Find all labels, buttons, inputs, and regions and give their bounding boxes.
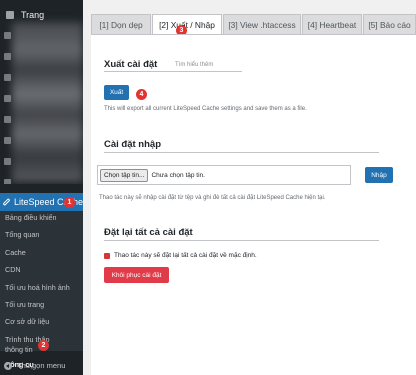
sidebar-item-trang[interactable]: Trang <box>0 6 83 24</box>
menu-icon <box>4 32 11 39</box>
menu-icon <box>4 53 11 60</box>
export-heading: Xuất cài đặt <box>104 59 158 70</box>
litespeed-icon <box>2 198 11 206</box>
tab-report[interactable]: [5] Báo cáo <box>363 14 416 34</box>
menu-icon <box>4 74 11 81</box>
menu-icon <box>4 137 11 144</box>
learn-more-link[interactable]: Tìm hiểu thêm <box>175 62 213 68</box>
blurred-region <box>12 22 83 182</box>
collapse-menu-button[interactable]: Thu gọn menu <box>4 361 65 370</box>
collapse-label: Thu gọn menu <box>17 361 66 370</box>
sidebar-item-label: Trang <box>21 10 45 20</box>
import-heading: Cài đặt nhập <box>104 139 162 150</box>
export-description: This will export all current LiteSpeed C… <box>104 106 307 112</box>
main-content: [1] Dọn dẹp [2] Xuất / Nhập [3] View .ht… <box>83 0 416 375</box>
tab-view-htaccess[interactable]: [3] View .htaccess <box>223 14 301 34</box>
warning-icon <box>104 252 110 259</box>
submenu-item-dashboard[interactable]: Bảng điều khiển <box>0 213 83 223</box>
submenu-item-overview[interactable]: Tổng quan <box>0 230 83 240</box>
file-input[interactable]: Chọn tập tin... Chưa chọn tập tin. <box>97 165 351 185</box>
choose-file-button[interactable]: Chọn tập tin... <box>100 168 149 182</box>
collapse-icon <box>4 361 12 370</box>
step-badge: 1 <box>64 197 75 208</box>
import-description: Thao tác này sẽ nhập cài đặt từ tệp và g… <box>99 195 326 201</box>
settings-panel: Xuất cài đặt Tìm hiểu thêm Xuất 4 This w… <box>91 34 416 375</box>
reset-heading: Đặt lại tất cả cài đặt <box>104 227 193 238</box>
tab-purge[interactable]: [1] Dọn dẹp <box>91 14 151 34</box>
import-button[interactable]: Nhập <box>365 167 393 183</box>
submenu-item-page-optimization[interactable]: Tối ưu trang <box>0 300 83 310</box>
page-icon <box>6 11 14 19</box>
menu-icon <box>4 116 11 123</box>
reset-warning: Thao tác này sẽ đặt lại tất cả cài đặt v… <box>104 252 257 259</box>
submenu-item-image-optimization[interactable]: Tối ưu hoá hình ảnh <box>0 283 83 293</box>
tab-import-export[interactable]: [2] Xuất / Nhập <box>152 14 222 35</box>
file-status: Chưa chọn tập tin. <box>151 171 205 179</box>
heading-underline <box>104 152 379 153</box>
sidebar-icons <box>4 32 12 184</box>
reset-button[interactable]: Khôi phục cài đặt <box>104 267 169 283</box>
menu-icon <box>4 95 11 102</box>
sidebar-blurred-menu: Trang <box>0 0 83 184</box>
export-button[interactable]: Xuất <box>104 85 129 100</box>
heading-underline <box>104 240 379 241</box>
litespeed-submenu: Bảng điều khiển Tổng quan Cache CDN Tối … <box>0 211 83 369</box>
admin-sidebar: Trang LiteSpeed Cache 1 Bảng điều khiển … <box>0 0 89 375</box>
submenu-item-cdn[interactable]: CDN <box>0 265 83 275</box>
step-badge: 4 <box>136 89 147 100</box>
warning-text: Thao tác này sẽ đặt lại tất cả cài đặt v… <box>114 252 257 259</box>
submenu-item-crawler[interactable]: Trình thu thập thông tin <box>0 335 70 355</box>
menu-icon <box>4 179 11 184</box>
step-badge: 2 <box>38 340 49 351</box>
menu-icon <box>4 158 11 165</box>
submenu-item-database[interactable]: Cơ sở dữ liệu <box>0 317 83 327</box>
submenu-item-cache[interactable]: Cache <box>0 248 83 258</box>
heading-underline <box>104 71 242 72</box>
tab-bar: [1] Dọn dẹp [2] Xuất / Nhập [3] View .ht… <box>91 14 416 35</box>
tab-heartbeat[interactable]: [4] Heartbeat <box>302 14 362 34</box>
